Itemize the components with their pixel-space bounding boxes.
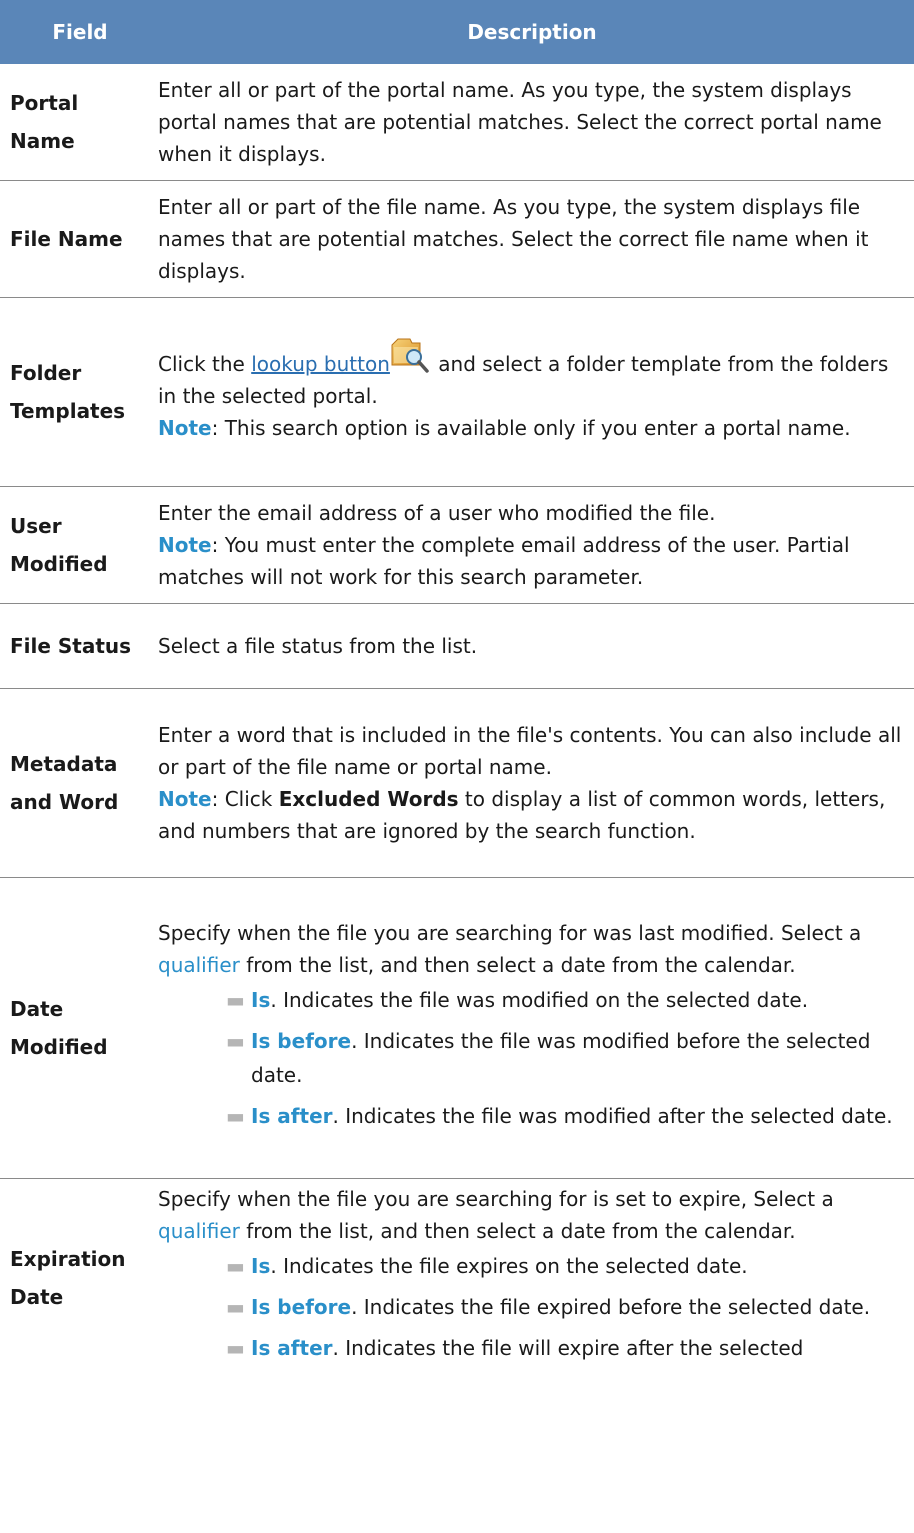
field-name: File Status bbox=[10, 634, 132, 658]
field-description: Specify when the file you are searching … bbox=[150, 1179, 914, 1377]
search-fields-table: Field Description Portal Name Enter all … bbox=[0, 0, 914, 1376]
table-row: Expiration Date Specify when the file yo… bbox=[0, 1179, 914, 1377]
list-item: ▬ Is after. Indicates the file will expir… bbox=[226, 1331, 904, 1365]
field-description: Click the lookup button and select a fol… bbox=[150, 298, 914, 487]
list-item: ▬ Is before. Indicates the file expired b… bbox=[226, 1290, 904, 1324]
list-item: ▬ Is before. Indicates the file was modif… bbox=[226, 1024, 904, 1092]
field-name: Date Modified bbox=[10, 997, 108, 1059]
field-name: Folder Templates bbox=[10, 361, 126, 423]
field-name: Expiration Date bbox=[10, 1246, 126, 1309]
qualifier-keyword: Is after bbox=[251, 1103, 333, 1128]
table-header-row: Field Description bbox=[0, 0, 914, 64]
search-fields-table-container: Field Description Portal Name Enter all … bbox=[0, 0, 914, 1376]
list-item: ▬ Is. Indicates the file expires on the s… bbox=[226, 1249, 904, 1283]
dash-bullet-icon: ▬ bbox=[226, 1103, 245, 1128]
dash-bullet-icon: ▬ bbox=[226, 1028, 245, 1053]
qualifier-text: . Indicates the file will expire after t… bbox=[332, 1336, 804, 1360]
excluded-words-label: Excluded Words bbox=[278, 787, 459, 811]
qualifier-link[interactable]: qualifier bbox=[158, 953, 240, 977]
note-label: Note bbox=[158, 787, 212, 811]
lookup-folder-search-icon[interactable] bbox=[390, 338, 432, 377]
dash-bullet-icon: ▬ bbox=[226, 1336, 245, 1360]
qualifier-text: . Indicates the file expired before the … bbox=[351, 1295, 871, 1319]
field-description: Enter all or part of the file name. As y… bbox=[158, 195, 869, 283]
field-name: User Modified bbox=[10, 514, 108, 576]
dash-bullet-icon: ▬ bbox=[226, 987, 245, 1012]
description-text: Enter the email address of a user who mo… bbox=[158, 501, 716, 525]
field-description: Enter a word that is included in the fil… bbox=[150, 689, 914, 878]
qualifier-link[interactable]: qualifier bbox=[158, 1219, 240, 1243]
field-name: Portal Name bbox=[10, 91, 79, 153]
field-description: Enter all or part of the portal name. As… bbox=[158, 78, 882, 166]
note-label: Note bbox=[158, 415, 212, 440]
field-description: Enter the email address of a user who mo… bbox=[150, 487, 914, 604]
description-text: Specify when the file you are searching … bbox=[158, 920, 862, 945]
lookup-button-link[interactable]: lookup button bbox=[251, 352, 390, 376]
list-item: ▬ Is. Indicates the file was modified on … bbox=[226, 983, 904, 1017]
description-text: from the list, and then select a date fr… bbox=[239, 1219, 796, 1243]
table-row: User Modified Enter the email address of… bbox=[0, 487, 914, 604]
field-name: Metadata and Word bbox=[10, 752, 119, 814]
qualifier-list: ▬ Is. Indicates the file was modified on … bbox=[158, 983, 904, 1133]
description-text: Specify when the file you are searching … bbox=[158, 1187, 834, 1211]
field-name: File Name bbox=[10, 227, 123, 251]
table-row: Portal Name Enter all or part of the por… bbox=[0, 64, 914, 181]
description-text: Click the bbox=[158, 351, 252, 376]
qualifier-keyword: Is before bbox=[251, 1295, 352, 1319]
description-text: Enter a word that is included in the fil… bbox=[158, 723, 902, 779]
note-text: : This search option is available only i… bbox=[211, 415, 851, 440]
description-text: from the list, and then select a date fr… bbox=[239, 952, 796, 977]
qualifier-text: . Indicates the file was modified on the… bbox=[270, 987, 809, 1012]
qualifier-keyword: Is bbox=[251, 1254, 271, 1278]
description-column-header: Description bbox=[150, 0, 914, 64]
table-row: File Status Select a file status from th… bbox=[0, 604, 914, 689]
note-label: Note bbox=[158, 533, 212, 557]
field-column-header: Field bbox=[0, 0, 150, 64]
qualifier-keyword: Is bbox=[251, 987, 271, 1012]
qualifier-text: . Indicates the file expires on the sele… bbox=[270, 1254, 748, 1278]
list-item: ▬ Is after. Indicates the file was modifi… bbox=[226, 1099, 904, 1133]
qualifier-keyword: Is before bbox=[251, 1028, 352, 1053]
qualifier-keyword: Is after bbox=[251, 1336, 333, 1360]
note-text: : Click bbox=[211, 787, 279, 811]
field-description: Specify when the file you are searching … bbox=[150, 878, 914, 1179]
field-description: Select a file status from the list. bbox=[158, 634, 478, 658]
qualifier-text: . Indicates the file was modified after … bbox=[332, 1103, 893, 1128]
dash-bullet-icon: ▬ bbox=[226, 1295, 245, 1319]
table-row: Folder Templates Click the lookup button bbox=[0, 298, 914, 487]
qualifier-list: ▬ Is. Indicates the file expires on the s… bbox=[158, 1249, 904, 1365]
dash-bullet-icon: ▬ bbox=[226, 1254, 245, 1278]
note-text: : You must enter the complete email addr… bbox=[158, 533, 850, 589]
table-row: Metadata and Word Enter a word that is i… bbox=[0, 689, 914, 878]
table-row: Date Modified Specify when the file you … bbox=[0, 878, 914, 1179]
table-row: File Name Enter all or part of the file … bbox=[0, 181, 914, 298]
